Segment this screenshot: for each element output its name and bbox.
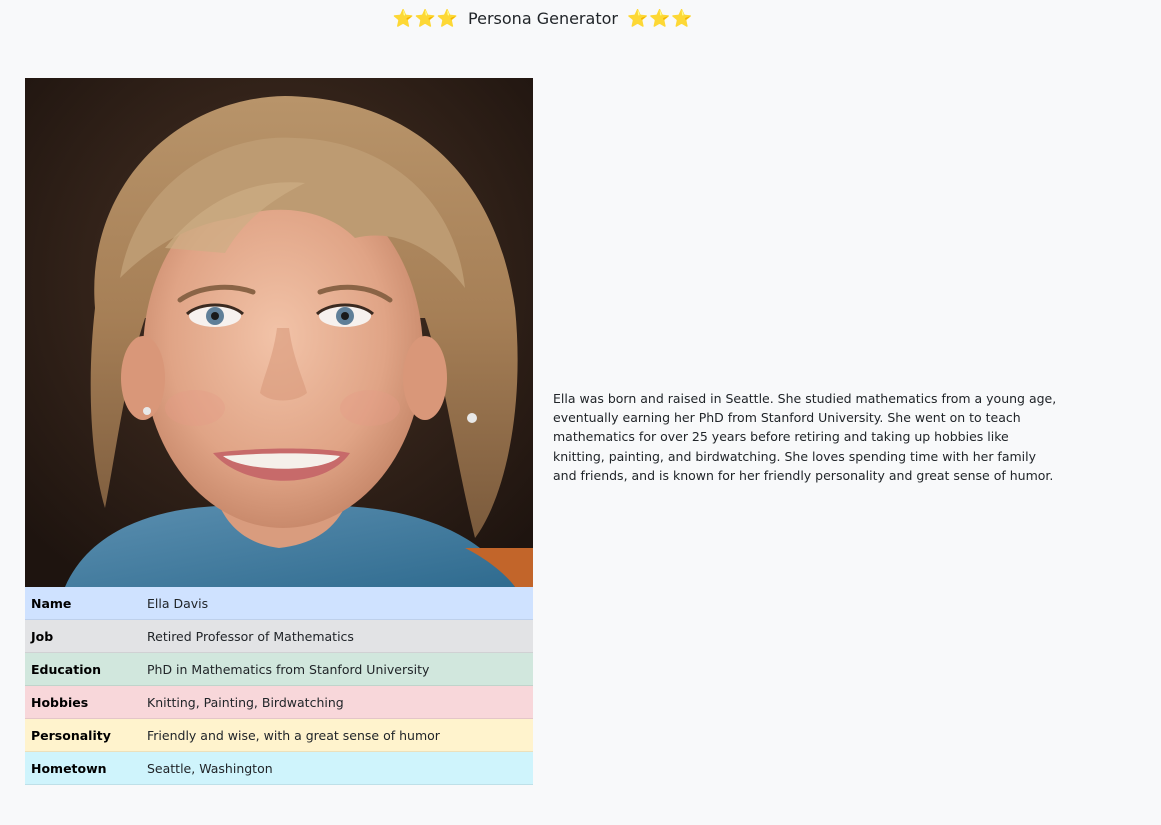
table-row-name: Name Ella Davis xyxy=(25,587,533,620)
row-label: Job xyxy=(25,619,141,653)
row-label: Hobbies xyxy=(25,685,141,719)
row-value: Retired Professor of Mathematics xyxy=(141,619,533,653)
row-value: Seattle, Washington xyxy=(141,751,533,785)
table-row-hobbies: Hobbies Knitting, Painting, Birdwatching xyxy=(25,685,533,719)
portrait-illustration xyxy=(25,78,533,587)
persona-details-table: Name Ella Davis Job Retired Professor of… xyxy=(25,587,533,785)
table-row-job: Job Retired Professor of Mathematics xyxy=(25,619,533,653)
persona-bio: Ella was born and raised in Seattle. She… xyxy=(553,391,1057,483)
row-value: Ella Davis xyxy=(141,587,533,620)
row-label: Name xyxy=(25,587,141,620)
table-row-personality: Personality Friendly and wise, with a gr… xyxy=(25,718,533,752)
row-value: PhD in Mathematics from Stanford Univers… xyxy=(141,652,533,686)
page-header: ⭐⭐⭐ Persona Generator ⭐⭐⭐ xyxy=(0,8,1086,30)
stars-left-icon: ⭐⭐⭐ xyxy=(392,9,459,29)
table-row-education: Education PhD in Mathematics from Stanfo… xyxy=(25,652,533,686)
row-label: Education xyxy=(25,652,141,686)
row-label: Personality xyxy=(25,718,141,752)
persona-photo xyxy=(25,78,533,587)
table-row-hometown: Hometown Seattle, Washington xyxy=(25,751,533,785)
stars-right-icon: ⭐⭐⭐ xyxy=(627,9,694,29)
row-value: Knitting, Painting, Birdwatching xyxy=(141,685,533,719)
row-label: Hometown xyxy=(25,751,141,785)
page-title: Persona Generator xyxy=(468,9,618,28)
row-value: Friendly and wise, with a great sense of… xyxy=(141,718,533,752)
